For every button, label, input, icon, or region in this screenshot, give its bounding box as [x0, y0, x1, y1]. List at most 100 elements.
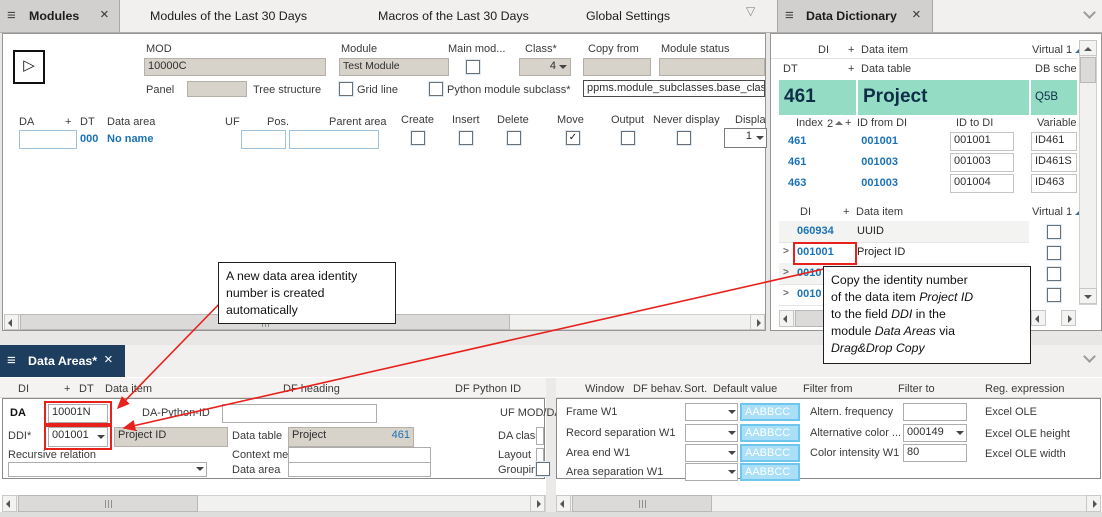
record-separation-color-swatch[interactable]: AABBCC: [740, 424, 800, 442]
output-checkbox[interactable]: [621, 131, 635, 145]
scroll-left-arrow[interactable]: [1031, 310, 1046, 326]
delete-checkbox[interactable]: [507, 131, 521, 145]
main-mod-checkbox[interactable]: [466, 60, 480, 74]
scroll-up-arrow[interactable]: [1079, 40, 1097, 56]
scroll-left-arrow[interactable]: [556, 495, 571, 512]
never-display-col-header[interactable]: Never display: [653, 114, 720, 126]
never-display-checkbox[interactable]: [677, 131, 691, 145]
da-class-field[interactable]: [536, 427, 544, 445]
recursive-relation-dropdown[interactable]: [8, 462, 207, 477]
tab-modules-last-30-days[interactable]: Modules of the Last 30 Days: [150, 9, 307, 23]
data-area-col-header[interactable]: Data area: [107, 116, 155, 128]
id-from-di-header[interactable]: ID from DI: [857, 117, 907, 129]
pos-col-header[interactable]: Pos.: [267, 116, 289, 128]
expand-icon[interactable]: >: [783, 246, 789, 257]
parent-area-input[interactable]: [289, 130, 379, 149]
id-to-di-header[interactable]: ID to DI: [956, 117, 993, 129]
data-item-name[interactable]: UUID: [857, 225, 884, 237]
menu-icon[interactable]: ≡: [7, 8, 16, 23]
dt-header[interactable]: DT: [783, 63, 798, 75]
tab-modules[interactable]: ≡ Modules ×: [0, 0, 120, 32]
mod-field[interactable]: 10000C: [144, 58, 326, 76]
delete-col-header[interactable]: Delete: [497, 114, 529, 126]
layout-field[interactable]: [536, 448, 544, 462]
filter-from-header[interactable]: Filter from: [803, 383, 853, 395]
close-icon[interactable]: ×: [912, 7, 921, 22]
python-subclass-field[interactable]: ppms.module_subclasses.base_clas: [583, 80, 765, 97]
data-item-row[interactable]: 060934 UUID: [779, 221, 1029, 243]
df-heading-header[interactable]: DF heading: [283, 383, 340, 395]
data-item-id[interactable]: 060934: [797, 225, 834, 237]
dt-value[interactable]: 000: [80, 133, 98, 145]
da-python-id-field[interactable]: [222, 404, 377, 423]
panel-field[interactable]: [187, 81, 247, 97]
context-menu-field[interactable]: [288, 447, 431, 463]
di-header[interactable]: DI: [18, 383, 29, 395]
index-row-from[interactable]: 001003: [850, 177, 898, 189]
module-status-field[interactable]: [659, 58, 765, 76]
index-row-index[interactable]: 463: [788, 177, 820, 189]
tab-global-settings[interactable]: Global Settings: [586, 9, 670, 23]
tab-data-dictionary[interactable]: ≡ Data Dictionary ×: [777, 0, 933, 32]
run-button[interactable]: ▷: [13, 50, 45, 84]
index-row-from[interactable]: 001003: [850, 156, 898, 168]
da-input[interactable]: [19, 130, 77, 149]
expand-icon[interactable]: >: [783, 267, 789, 278]
index-header[interactable]: Index: [796, 117, 823, 129]
plus-icon[interactable]: +: [848, 63, 854, 75]
uf-col-header[interactable]: UF: [225, 116, 240, 128]
plus-icon[interactable]: +: [848, 44, 854, 56]
virtual-checkbox[interactable]: [1047, 225, 1061, 239]
move-checkbox[interactable]: ✓: [566, 131, 580, 145]
altern-frequency-field[interactable]: [903, 403, 967, 421]
grouping-checkbox[interactable]: [536, 462, 550, 476]
index-row-index[interactable]: 461: [788, 135, 820, 147]
df-behav-header[interactable]: DF behav.: [633, 383, 683, 395]
df-python-id-header[interactable]: DF Python ID: [455, 383, 521, 395]
virtual-checkbox[interactable]: [1047, 267, 1061, 281]
scroll-left-arrow[interactable]: [4, 314, 19, 330]
color-intensity-field[interactable]: 80: [903, 444, 967, 462]
expand-icon[interactable]: >: [783, 288, 789, 299]
default-value-header[interactable]: Default value: [713, 383, 777, 395]
tab-data-areas[interactable]: ≡ Data Areas* ×: [0, 345, 125, 377]
da-col-header[interactable]: DA: [19, 116, 34, 128]
variable-header[interactable]: Variable: [1037, 117, 1077, 129]
scroll-thumb[interactable]: [572, 495, 712, 512]
grid-line-checkbox[interactable]: [339, 82, 353, 96]
data-item-header[interactable]: Data item: [856, 206, 903, 218]
pos-input[interactable]: [241, 130, 286, 149]
plus-icon[interactable]: +: [65, 116, 71, 128]
index-row-to[interactable]: 001003: [950, 153, 1014, 172]
parent-area-col-header[interactable]: Parent area: [329, 116, 386, 128]
index-row-to[interactable]: 001001: [950, 132, 1014, 151]
scroll-right-arrow[interactable]: [750, 314, 765, 330]
data-item-id[interactable]: 0010: [797, 288, 821, 300]
display-col-header[interactable]: Displa: [735, 114, 766, 126]
data-item-header[interactable]: Data item: [105, 383, 152, 395]
plus-icon[interactable]: +: [843, 206, 849, 218]
data-table-header[interactable]: Data table: [861, 63, 911, 75]
python-subclass-checkbox[interactable]: [429, 82, 443, 96]
create-checkbox[interactable]: [411, 131, 425, 145]
menu-icon[interactable]: ≡: [7, 353, 16, 368]
index-row-variable[interactable]: ID461S: [1031, 153, 1077, 172]
virtual-header[interactable]: Virtual 1: [1032, 44, 1082, 56]
tab-macros-last-30-days[interactable]: Macros of the Last 30 Days: [378, 9, 529, 23]
data-item-id[interactable]: 0010: [797, 267, 821, 279]
area-separation-color-swatch[interactable]: AABBCC: [740, 463, 800, 481]
index-sort-header[interactable]: 2: [827, 117, 843, 130]
virtual-header[interactable]: Virtual 1: [1032, 206, 1082, 218]
sort-header[interactable]: Sort.: [684, 383, 707, 395]
data-item-name[interactable]: Project ID: [857, 246, 905, 258]
insert-col-header[interactable]: Insert: [452, 114, 480, 126]
scroll-right-arrow[interactable]: [530, 495, 545, 512]
area-end-color-swatch[interactable]: AABBCC: [740, 444, 800, 462]
scroll-thumb[interactable]: [18, 495, 198, 512]
data-area-field[interactable]: [288, 462, 431, 477]
db-schema-header[interactable]: DB scher: [1035, 63, 1077, 75]
create-col-header[interactable]: Create: [401, 114, 434, 126]
scroll-thumb[interactable]: [1080, 57, 1096, 83]
index-row-to[interactable]: 001004: [950, 174, 1014, 193]
selected-table-id[interactable]: 461: [779, 80, 856, 115]
